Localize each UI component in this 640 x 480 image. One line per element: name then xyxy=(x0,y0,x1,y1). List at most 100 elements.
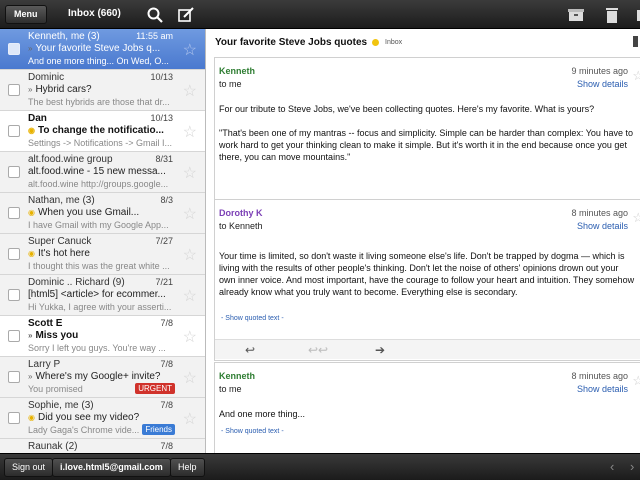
importance-marker-icon: ◉ xyxy=(28,413,35,422)
list-item-subject: » Your favorite Steve Jobs q... xyxy=(28,43,178,54)
star-icon[interactable]: ☆ xyxy=(632,210,640,226)
trash-icon[interactable] xyxy=(603,6,621,24)
show-details-link[interactable]: Show details xyxy=(577,384,628,394)
list-item[interactable]: Dominic 10/13 » Hybrid cars? The best hybrid… xyxy=(0,70,205,111)
conversation-label[interactable]: Inbox xyxy=(385,39,402,46)
label-dot-icon xyxy=(372,39,379,46)
list-item-date: 7/27 xyxy=(155,236,173,246)
star-icon[interactable]: ☆ xyxy=(183,40,197,60)
list-item[interactable]: Kenneth, me (3) 11:55 am » Your favorite St… xyxy=(0,29,205,70)
star-icon[interactable]: ☆ xyxy=(183,81,197,101)
importance-marker-icon: » xyxy=(28,372,33,381)
list-item-date: 10/13 xyxy=(150,72,173,82)
message-actions: ↩ ↩↩ ➔ xyxy=(215,339,640,359)
top-toolbar: Menu Inbox (660) xyxy=(0,0,640,29)
inbox-title[interactable]: Inbox (660) xyxy=(68,8,121,19)
list-item-subject-text: Your favorite Steve Jobs q... xyxy=(35,43,161,54)
bottom-toolbar: Sign out i.love.html5@gmail.com Help ‹ › xyxy=(0,453,640,480)
message-time: 9 minutes ago xyxy=(571,66,628,76)
list-item-sender: Dominic .. Richard (9) xyxy=(28,277,125,288)
list-item-subject: ◉ When you use Gmail... xyxy=(28,207,178,218)
star-icon[interactable]: ☆ xyxy=(632,373,640,389)
select-checkbox[interactable] xyxy=(8,412,20,424)
message-card[interactable]: Dorothy K to Kenneth 8 minutes ago Show … xyxy=(214,199,640,361)
list-item-sender: Super Canuck xyxy=(28,236,92,247)
list-item-subject-text: It's hot here xyxy=(37,248,90,259)
compose-icon[interactable] xyxy=(177,6,195,24)
star-icon[interactable]: ☆ xyxy=(183,122,197,142)
message-card[interactable]: Kenneth to me 8 minutes ago Show details… xyxy=(214,362,640,453)
list-item-date: 7/8 xyxy=(160,359,173,369)
list-item-snippet: Sorry I left you guys. You're way ... xyxy=(28,343,166,353)
message-body: For our tribute to Steve Jobs, we've bee… xyxy=(219,104,595,114)
list-item-subject: ◉ To change the notificatio... xyxy=(28,125,178,136)
list-item-subject-text: When you use Gmail... xyxy=(37,207,140,218)
reply-all-icon[interactable]: ↩↩ xyxy=(308,343,328,357)
list-item-sender: Raunak (2) xyxy=(28,441,78,452)
reply-icon[interactable]: ↩ xyxy=(245,343,255,357)
list-item-subject-text: To change the notificatio... xyxy=(37,125,164,136)
select-checkbox[interactable] xyxy=(8,207,20,219)
print-icon[interactable] xyxy=(633,36,638,47)
importance-marker-icon: » xyxy=(28,85,33,94)
list-item[interactable]: Raunak (2)7/8☆ xyxy=(0,439,205,453)
sign-out-button[interactable]: Sign out xyxy=(4,458,54,477)
list-item-sender: alt.food.wine group xyxy=(28,154,113,165)
list-item[interactable]: Dan 10/13 ◉ To change the notificatio... Set… xyxy=(0,111,205,152)
show-quoted-text-link[interactable]: - Show quoted text - xyxy=(221,315,284,322)
help-button[interactable]: Help xyxy=(170,458,205,477)
list-item[interactable]: Sophie, me (3) 7/8 ◉ Did you see my video? L… xyxy=(0,398,205,439)
star-icon[interactable]: ☆ xyxy=(183,204,197,224)
select-checkbox[interactable] xyxy=(8,330,20,342)
list-item-subject: » Hybrid cars? xyxy=(28,84,178,95)
list-item[interactable]: Nathan, me (3) 8/3 ◉ When you use Gmail... I… xyxy=(0,193,205,234)
message-body: Your time is limited, so don't waste it … xyxy=(219,251,635,297)
select-checkbox[interactable] xyxy=(8,43,20,55)
star-icon[interactable]: ☆ xyxy=(183,286,197,306)
previous-conversation-icon[interactable]: ‹ xyxy=(610,459,614,474)
list-item-snippet: Settings -> Notifications -> Gmail I... xyxy=(28,138,173,148)
select-checkbox[interactable] xyxy=(8,84,20,96)
select-checkbox[interactable] xyxy=(8,371,20,383)
archive-icon[interactable] xyxy=(567,6,585,24)
list-item-subject: » Miss you xyxy=(28,330,178,341)
show-details-link[interactable]: Show details xyxy=(577,79,628,89)
select-checkbox[interactable] xyxy=(8,289,20,301)
list-item-date: 8/3 xyxy=(160,195,173,205)
next-conversation-icon[interactable]: › xyxy=(630,459,634,474)
list-item-date: 7/8 xyxy=(160,318,173,328)
star-icon[interactable]: ☆ xyxy=(183,245,197,265)
list-item-sender: Larry P xyxy=(28,359,61,370)
label-badge: Friends xyxy=(142,424,175,435)
list-item-subject-text: Did you see my video? xyxy=(37,412,140,423)
list-item-subject: [html5] <article> for ecommer... xyxy=(28,289,178,300)
forward-icon[interactable]: ➔ xyxy=(375,343,385,357)
star-icon[interactable]: ☆ xyxy=(183,163,197,183)
list-item-date: 11:55 am xyxy=(136,31,173,41)
search-icon[interactable] xyxy=(146,6,164,24)
select-checkbox[interactable] xyxy=(8,125,20,137)
conversation-title: Your favorite Steve Jobs quotes xyxy=(215,37,368,48)
select-checkbox[interactable] xyxy=(8,166,20,178)
list-item-sender: Nathan, me (3) xyxy=(28,195,95,206)
list-item-subject: ◉ It's hot here xyxy=(28,248,178,259)
star-icon[interactable]: ☆ xyxy=(183,327,197,347)
list-item[interactable]: Dominic .. Richard (9) 7/21 [html5] <artic… xyxy=(0,275,205,316)
show-details-link[interactable]: Show details xyxy=(577,221,628,231)
star-icon[interactable]: ☆ xyxy=(632,68,640,84)
message-time: 8 minutes ago xyxy=(571,208,628,218)
star-icon[interactable]: ☆ xyxy=(183,409,197,429)
more-icon[interactable] xyxy=(630,6,640,24)
show-quoted-text-link[interactable]: - Show quoted text - xyxy=(221,428,284,435)
list-item[interactable]: Larry P 7/8» Where's my Google+ invite? You… xyxy=(0,357,205,398)
message-list: Kenneth, me (3) 11:55 am» Your favorite St… xyxy=(0,29,206,453)
menu-button[interactable]: Menu xyxy=(5,5,47,24)
list-item[interactable]: Super Canuck 7/27 ◉ It's hot here I thought … xyxy=(0,234,205,275)
list-item[interactable]: Scott E 7/8 » Miss you Sorry I left you guys… xyxy=(0,316,205,357)
message-sender: Kenneth xyxy=(219,371,255,381)
star-icon[interactable]: ☆ xyxy=(183,368,197,388)
account-email-button[interactable]: i.love.html5@gmail.com xyxy=(52,458,171,477)
select-checkbox[interactable] xyxy=(8,248,20,260)
list-item-sender: Sophie, me (3) xyxy=(28,400,94,411)
list-item[interactable]: alt.food.wine group 8/31 alt.food.wine - 1… xyxy=(0,152,205,193)
